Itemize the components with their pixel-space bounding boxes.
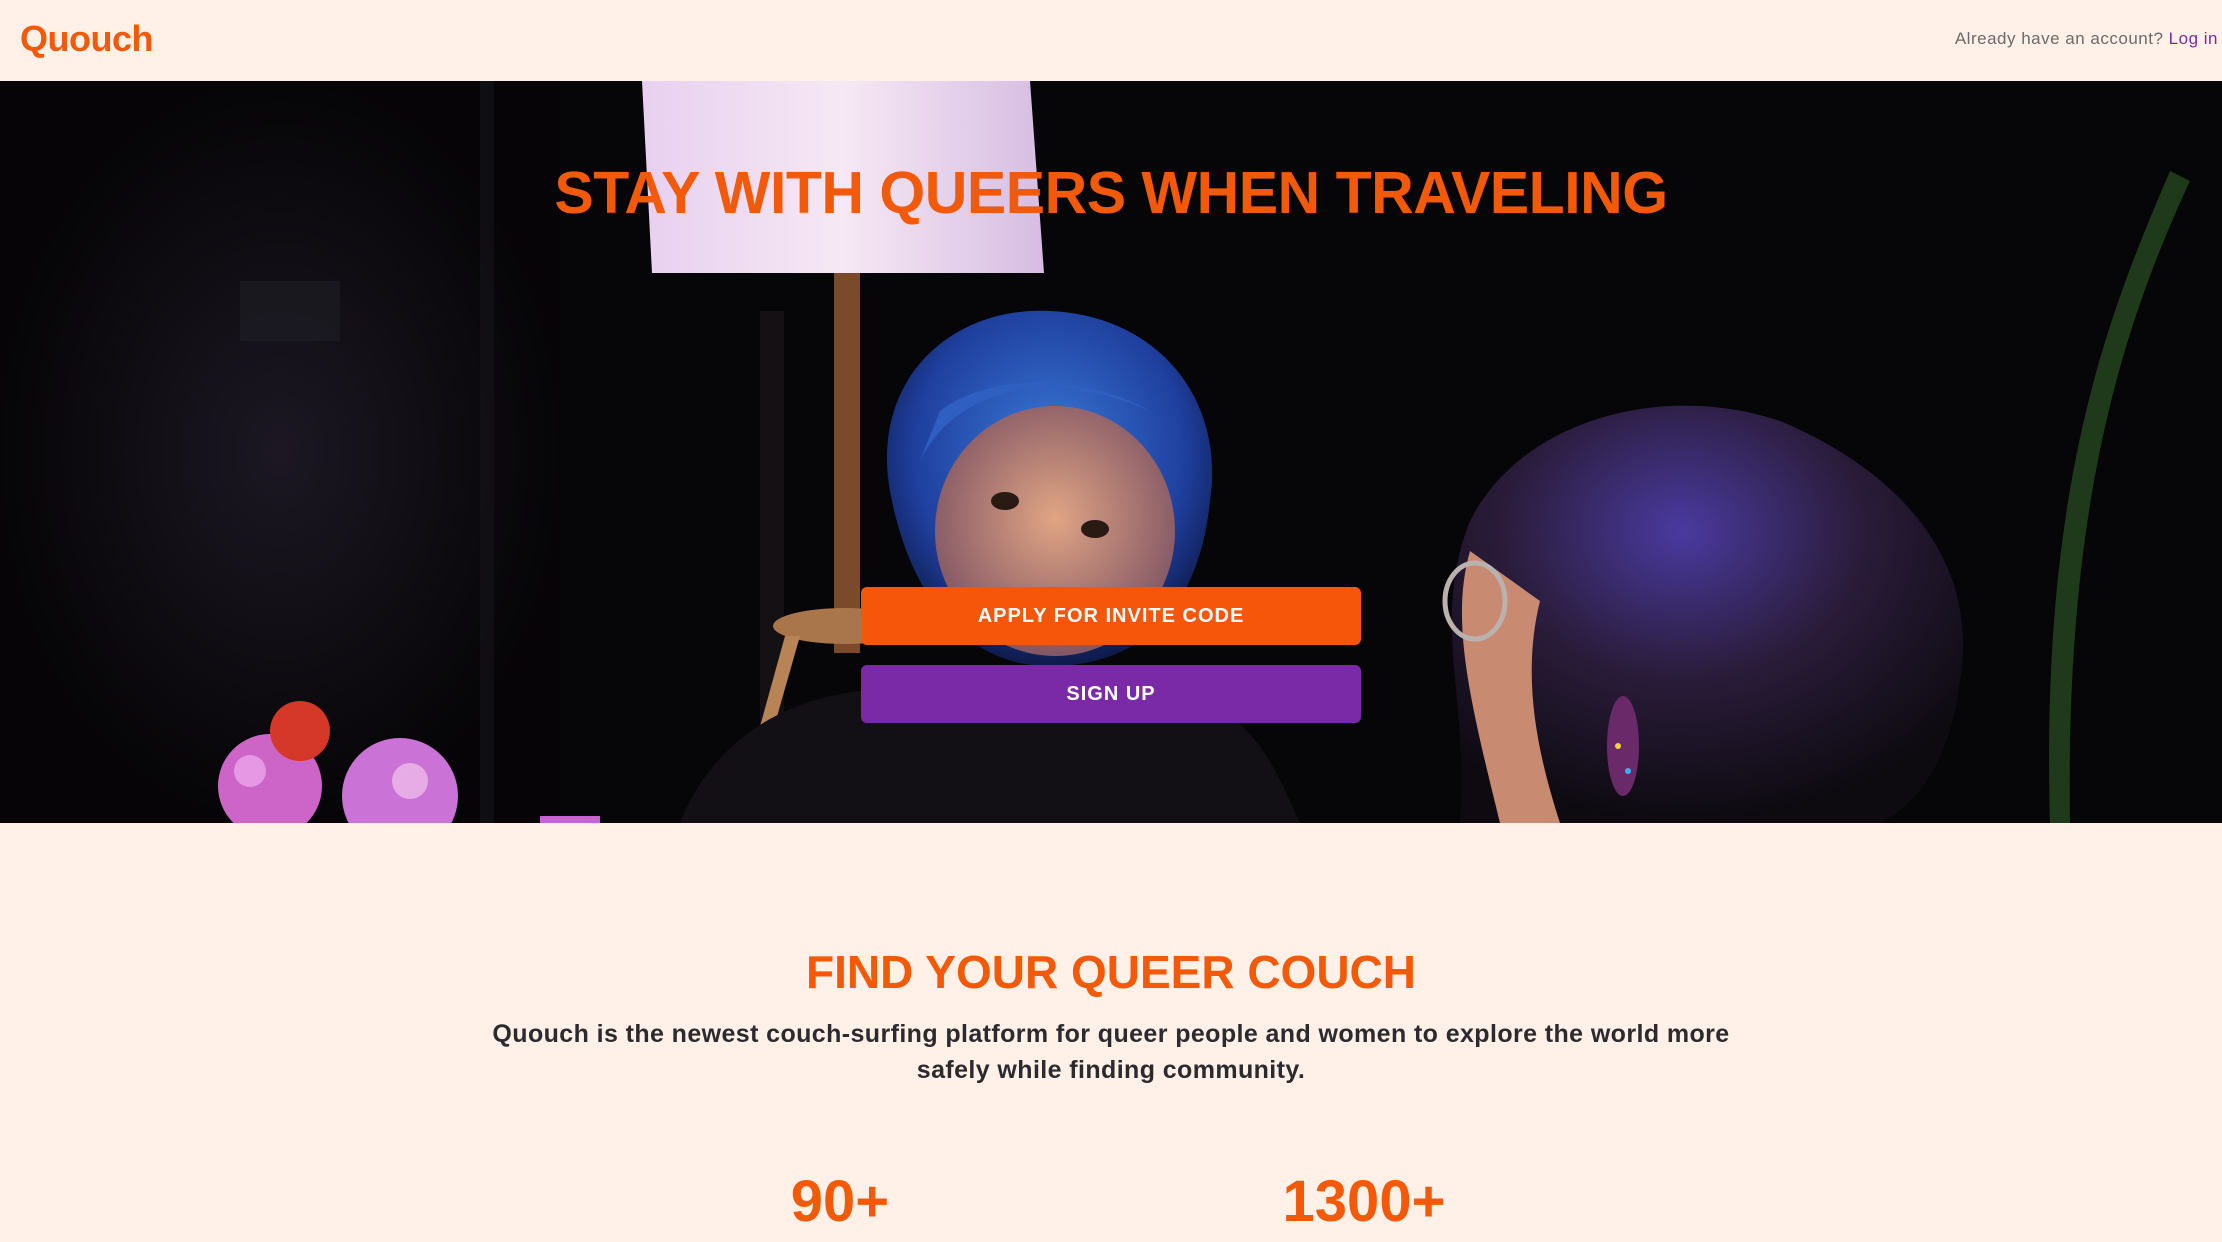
login-prompt-text: Already have an account?: [1954, 29, 2164, 48]
login-link[interactable]: Log in: [2169, 29, 2218, 48]
apply-invite-code-button[interactable]: APPLY FOR INVITE CODE: [861, 587, 1361, 645]
section-title: FIND YOUR QUEER COUCH: [806, 946, 1416, 998]
hero-title: STAY WITH QUEERS WHEN TRAVELING: [554, 160, 1668, 226]
top-navigation-bar: Quouch Already have an account? Log in: [0, 0, 2222, 81]
stat-value: 90+: [790, 1169, 890, 1234]
stat-value: 1300+: [1282, 1169, 1446, 1234]
section-description: Quouch is the newest couch-surfing platf…: [492, 1020, 1730, 1084]
sign-up-button[interactable]: SIGN UP: [861, 665, 1361, 723]
login-prompt: Already have an account? Log in: [1955, 29, 2218, 49]
quouch-logo[interactable]: Quouch: [20, 18, 153, 60]
hero-section: STAY WITH QUEERS WHEN TRAVELING APPLY FO…: [0, 81, 2222, 823]
